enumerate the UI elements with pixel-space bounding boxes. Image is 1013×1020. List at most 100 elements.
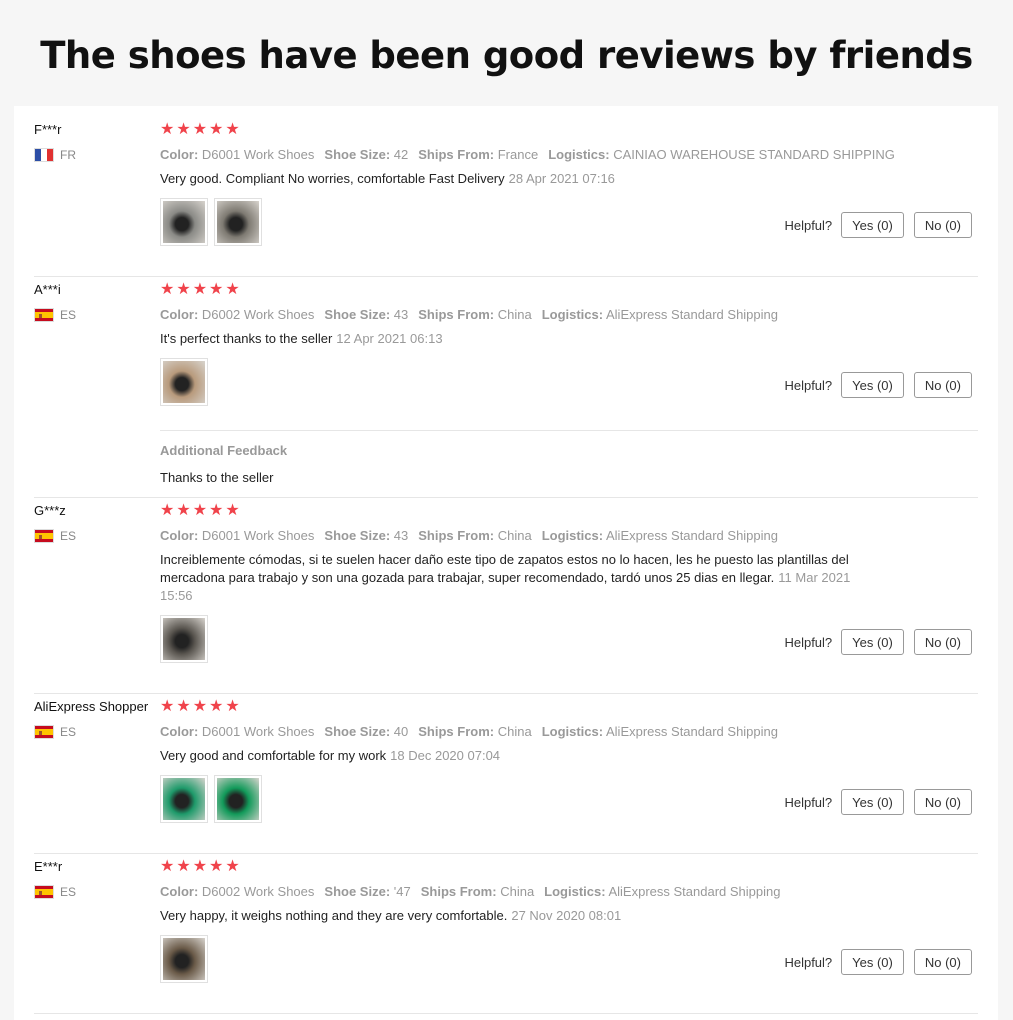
star-icon: ★: [225, 502, 240, 519]
attr-label: Color:: [160, 528, 199, 543]
star-icon: ★: [209, 121, 224, 138]
helpful-yes-button[interactable]: Yes (0): [841, 212, 904, 238]
attr-value: China: [497, 724, 532, 739]
photo-image: [217, 201, 259, 243]
attr-ships-from: Ships From: China: [418, 307, 531, 322]
attr-value: France: [497, 147, 539, 162]
review-text: It's perfect thanks to the seller 12 Apr …: [160, 330, 880, 348]
review-text: Very happy, it weighs nothing and they a…: [160, 907, 880, 925]
review-body: Increiblemente cómodas, si te suelen hac…: [160, 552, 849, 585]
reviewer-country: ES: [34, 885, 159, 899]
review-text: Very good and comfortable for my work 18 …: [160, 747, 880, 765]
review-date: 28 Apr 2021 07:16: [508, 171, 615, 186]
country-code: ES: [60, 308, 77, 322]
page-title: The shoes have been good reviews by frie…: [40, 33, 973, 77]
sku-attributes: Color: D6001 Work Shoes Shoe Size: 42 Ship…: [160, 146, 978, 164]
helpful-no-button[interactable]: No (0): [913, 212, 972, 238]
attr-value: D6002 Work Shoes: [201, 884, 315, 899]
star-rating: ★ ★ ★ ★ ★: [160, 282, 978, 298]
review-photo-thumbnail[interactable]: [160, 198, 208, 246]
helpful-label: Helpful?: [784, 634, 833, 650]
reviewer-info: A***i ES: [34, 282, 159, 322]
review-item: F***r FR ★ ★ ★ ★ ★ Color: D6001 Work Shoes Shoe …: [34, 116, 978, 277]
attr-ships-from: Ships From: China: [418, 528, 531, 543]
helpful-yes-button[interactable]: Yes (0): [841, 372, 904, 398]
review-body: Very happy, it weighs nothing and they a…: [160, 908, 508, 923]
country-flag-icon: [34, 725, 54, 739]
attr-shoe-size: Shoe Size: 40: [324, 724, 408, 739]
attr-value: AliExpress Standard Shipping: [606, 528, 778, 543]
star-rating: ★ ★ ★ ★ ★: [160, 859, 978, 875]
review-photo-thumbnail[interactable]: [160, 775, 208, 823]
attr-color: Color: D6002 Work Shoes: [160, 307, 314, 322]
attr-logistics: Logistics: AliExpress Standard Shipping: [542, 528, 778, 543]
star-icon: ★: [176, 121, 191, 138]
reviewer-name: A***i: [34, 282, 61, 297]
attr-value: 42: [393, 147, 409, 162]
country-code: ES: [60, 885, 77, 899]
helpful-label: Helpful?: [784, 794, 833, 810]
country-flag-icon: [34, 308, 54, 322]
review-item: G***z ES ★ ★ ★ ★ ★ Color: D6001 Work Shoes Shoe …: [34, 497, 978, 694]
page-header: The shoes have been good reviews by frie…: [0, 0, 1013, 106]
helpful-yes-button[interactable]: Yes (0): [841, 789, 904, 815]
attr-label: Shoe Size:: [324, 307, 391, 322]
attr-value: 43: [393, 307, 409, 322]
attr-label: Shoe Size:: [324, 528, 391, 543]
photo-image: [163, 778, 205, 820]
attr-label: Shoe Size:: [324, 147, 391, 162]
helpful-no-button[interactable]: No (0): [913, 949, 972, 975]
attr-color: Color: D6001 Work Shoes: [160, 528, 314, 543]
review-list: F***r FR ★ ★ ★ ★ ★ Color: D6001 Work Shoes Shoe …: [14, 106, 998, 1020]
attr-value: D6001 Work Shoes: [201, 724, 315, 739]
attr-logistics: Logistics: AliExpress Standard Shipping: [544, 884, 780, 899]
helpful-no-button[interactable]: No (0): [913, 789, 972, 815]
attr-shoe-size: Shoe Size: 43: [324, 528, 408, 543]
attr-value: AliExpress Standard Shipping: [606, 724, 778, 739]
attr-label: Logistics:: [541, 528, 604, 543]
page: The shoes have been good reviews by frie…: [0, 0, 1013, 1020]
review-date: 27 Nov 2020 08:01: [511, 908, 622, 923]
star-icon: ★: [160, 502, 175, 519]
attr-logistics: Logistics: AliExpress Standard Shipping: [542, 307, 778, 322]
attr-ships-from: Ships From: France: [418, 147, 538, 162]
photo-image: [163, 201, 205, 243]
sku-attributes: Color: D6001 Work Shoes Shoe Size: 40 Ship…: [160, 723, 978, 741]
helpful-yes-button[interactable]: Yes (0): [841, 629, 904, 655]
star-icon: ★: [209, 502, 224, 519]
attr-logistics: Logistics: AliExpress Standard Shipping: [542, 724, 778, 739]
review-photo-thumbnail[interactable]: [214, 198, 262, 246]
attr-value: D6002 Work Shoes: [201, 307, 315, 322]
review-photo-thumbnail[interactable]: [160, 935, 208, 983]
reviewer-info: E***r ES: [34, 859, 159, 899]
attr-color: Color: D6001 Work Shoes: [160, 147, 314, 162]
review-photo-thumbnail[interactable]: [160, 615, 208, 663]
star-icon: ★: [225, 281, 240, 298]
star-rating: ★ ★ ★ ★ ★: [160, 699, 978, 715]
photo-image: [163, 938, 205, 980]
attr-shoe-size: Shoe Size: 43: [324, 307, 408, 322]
country-code: ES: [60, 725, 77, 739]
reviewer-country: FR: [34, 148, 159, 162]
helpful-yes-button[interactable]: Yes (0): [841, 949, 904, 975]
review-photo-thumbnail[interactable]: [214, 775, 262, 823]
helpful-controls: Helpful? Yes (0) No (0): [784, 949, 972, 975]
attr-color: Color: D6002 Work Shoes: [160, 884, 314, 899]
reviewer-country: ES: [34, 529, 159, 543]
sku-attributes: Color: D6002 Work Shoes Shoe Size: 43 Ship…: [160, 306, 978, 324]
helpful-no-button[interactable]: No (0): [913, 629, 972, 655]
photo-image: [163, 361, 205, 403]
country-code: FR: [60, 148, 76, 162]
attr-label: Ships From:: [418, 528, 495, 543]
star-icon: ★: [209, 858, 224, 875]
attr-value: D6001 Work Shoes: [201, 147, 315, 162]
star-icon: ★: [225, 698, 240, 715]
helpful-no-button[interactable]: No (0): [913, 372, 972, 398]
attr-value: China: [497, 528, 532, 543]
review-photo-thumbnail[interactable]: [160, 358, 208, 406]
helpful-controls: Helpful? Yes (0) No (0): [784, 629, 972, 655]
attr-value: CAINIAO WAREHOUSE STANDARD SHIPPING: [613, 147, 895, 162]
reviewer-name: E***r: [34, 859, 63, 874]
reviewer-country: ES: [34, 725, 159, 739]
attr-shoe-size: Shoe Size: 42: [324, 147, 408, 162]
